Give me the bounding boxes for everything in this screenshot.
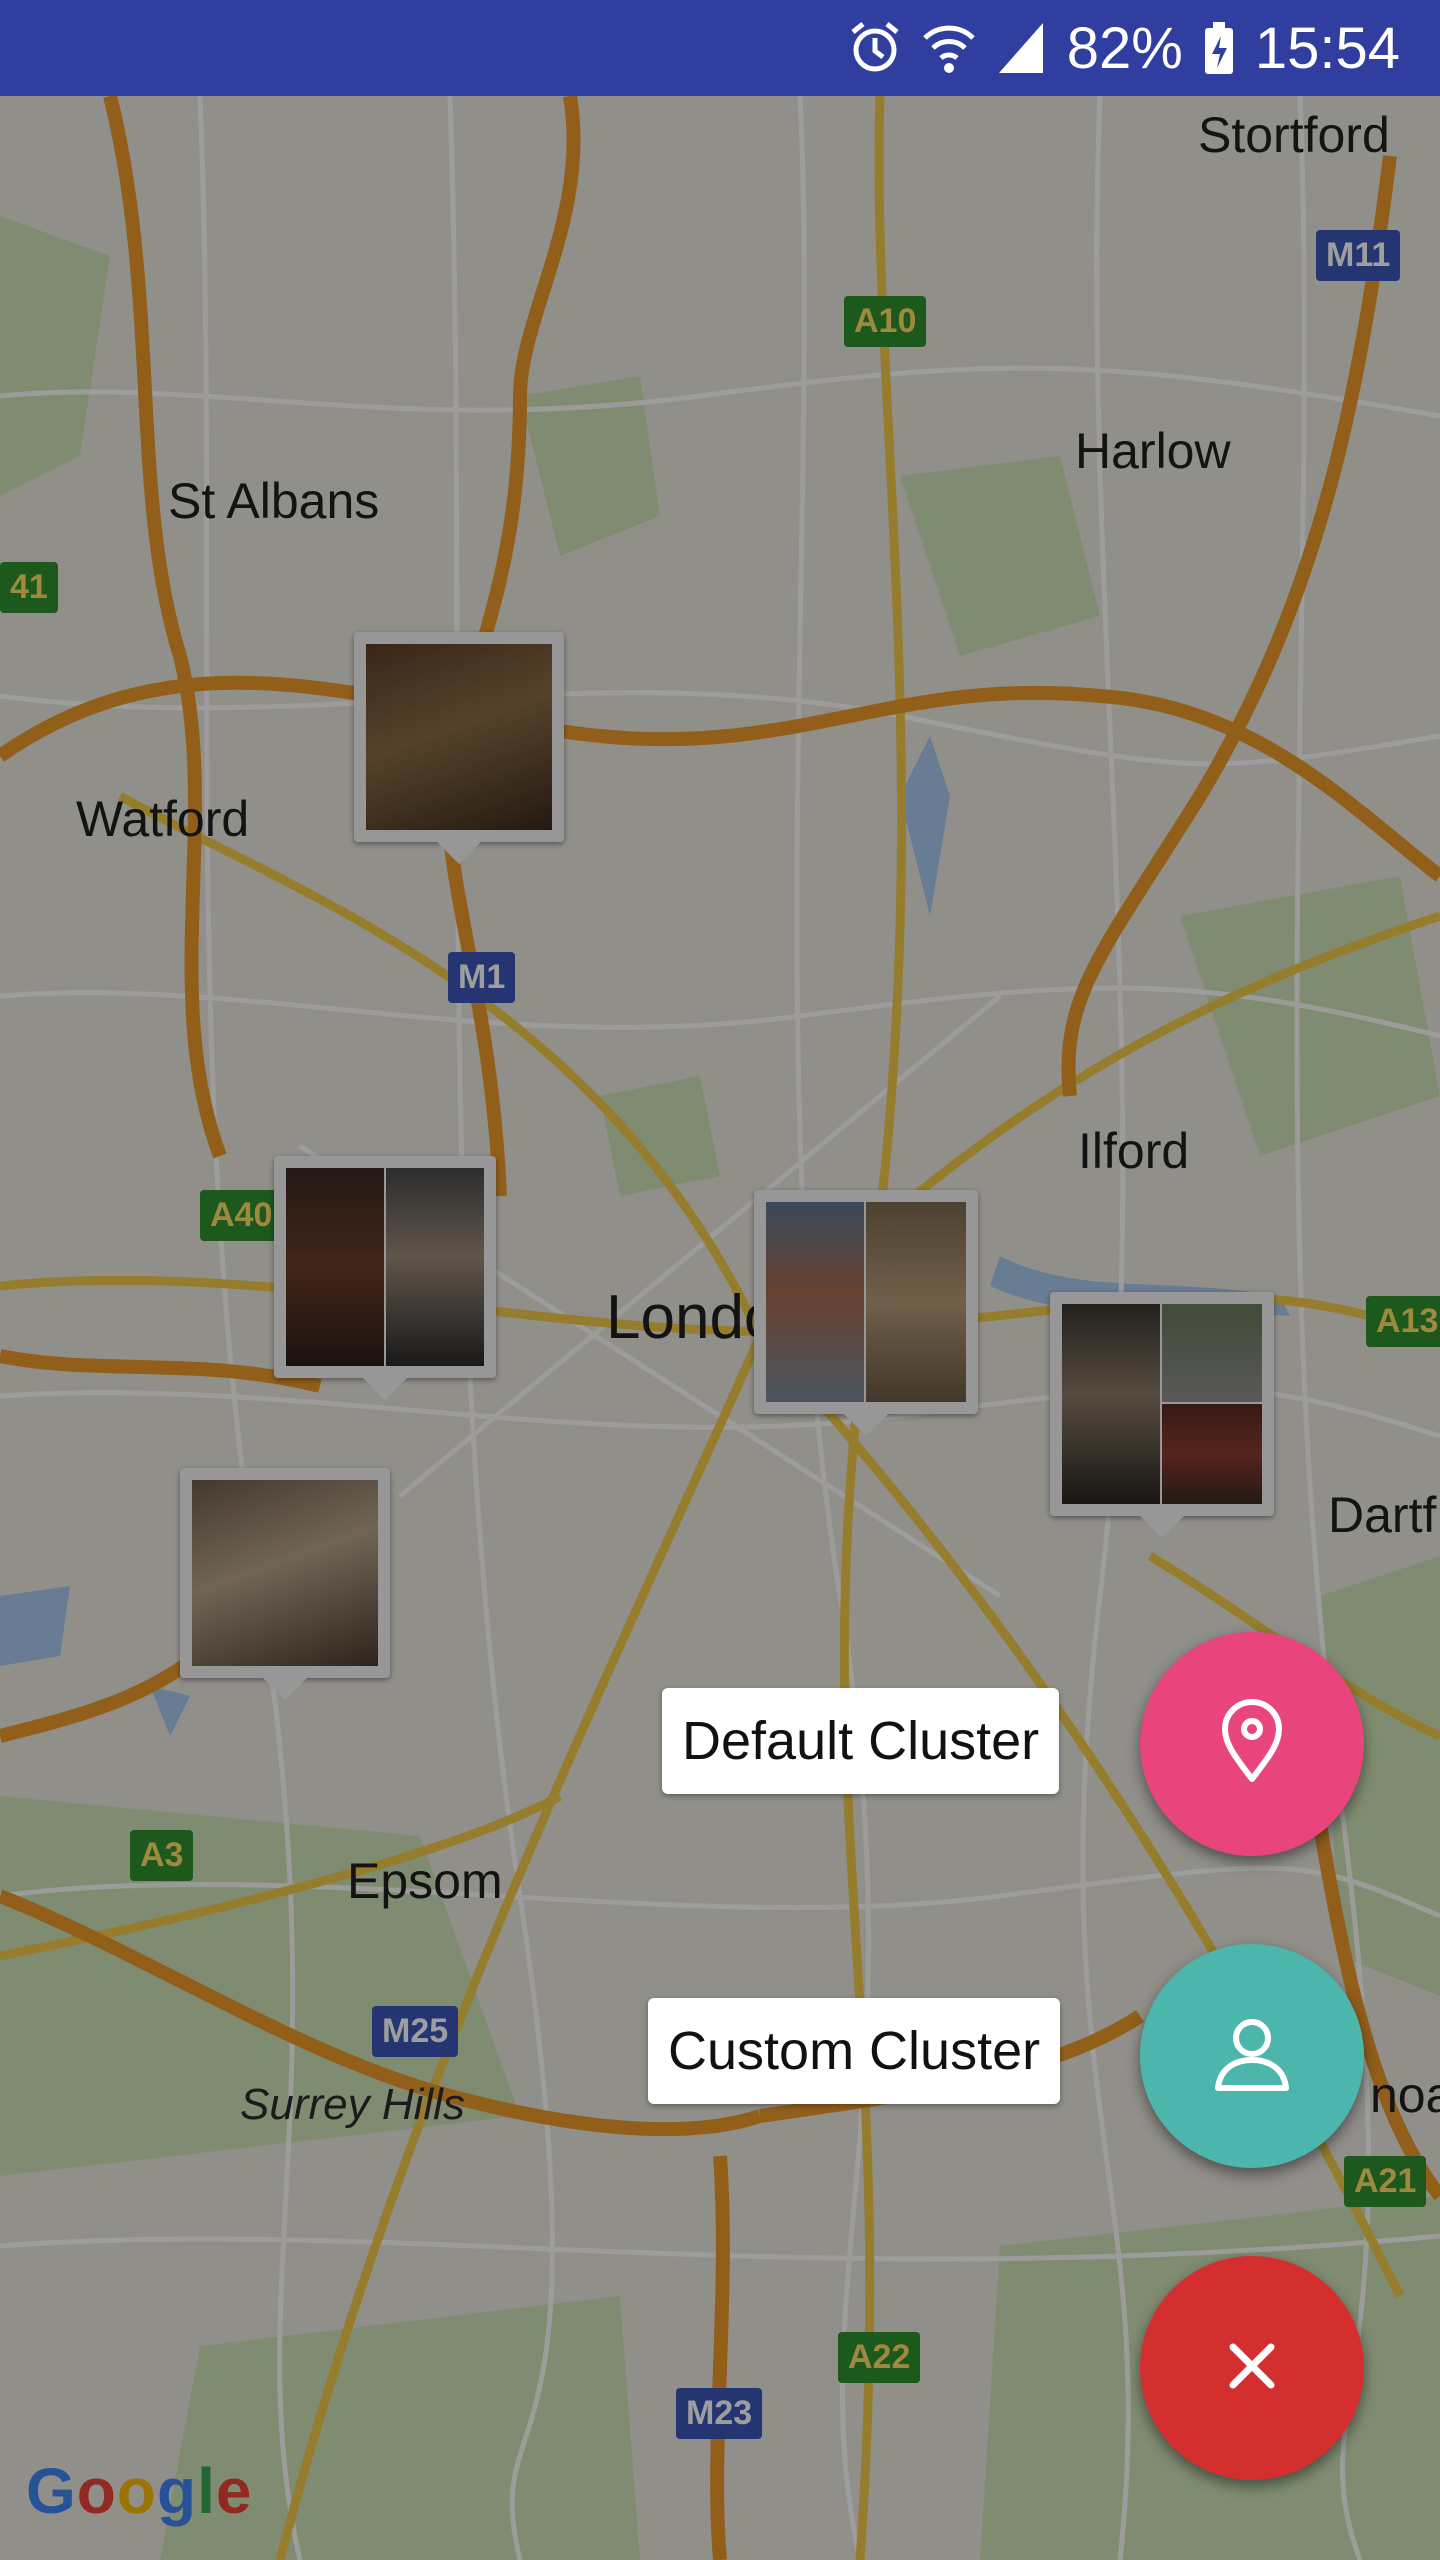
close-menu-button[interactable] xyxy=(1140,2256,1364,2480)
map-pin-icon xyxy=(1217,1698,1287,1790)
default-cluster-label[interactable]: Default Cluster xyxy=(662,1688,1060,1794)
close-icon xyxy=(1227,2341,1277,2396)
custom-cluster-label[interactable]: Custom Cluster xyxy=(648,1998,1061,2104)
battery-charging-icon xyxy=(1203,20,1235,76)
battery-percent: 82% xyxy=(1066,15,1183,81)
custom-cluster-button[interactable] xyxy=(1140,1944,1364,2168)
clock: 15:54 xyxy=(1254,15,1400,81)
alarm-icon xyxy=(849,20,901,76)
status-bar: 82% 15:54 xyxy=(0,0,1440,96)
wifi-icon xyxy=(921,20,977,76)
menu-scrim[interactable] xyxy=(0,96,1440,2560)
signal-icon xyxy=(997,21,1047,75)
default-cluster-button[interactable] xyxy=(1140,1632,1364,1856)
person-icon xyxy=(1212,2014,1292,2099)
